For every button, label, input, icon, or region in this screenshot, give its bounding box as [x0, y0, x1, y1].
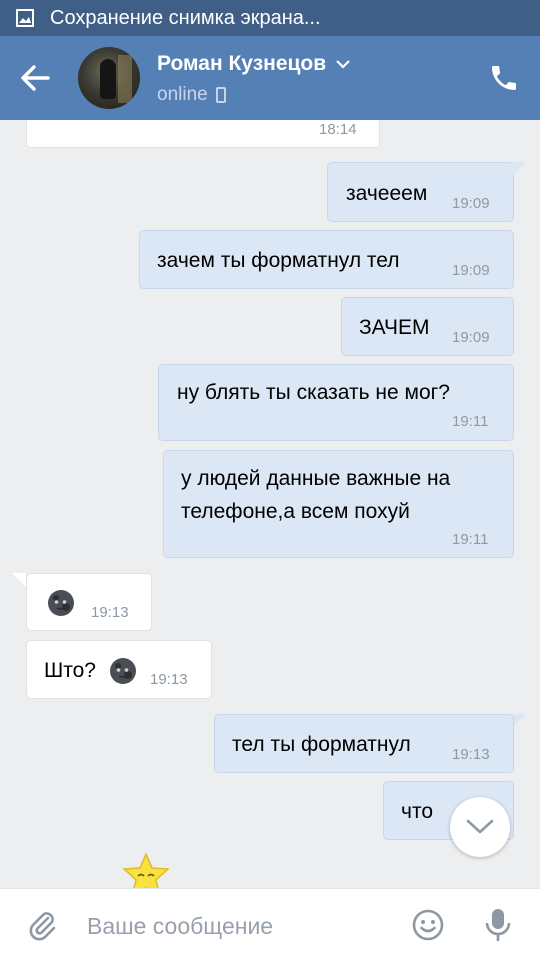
message-bubble-incoming[interactable]: Што? 19:13: [26, 640, 212, 699]
bubble-tail: [512, 714, 526, 728]
message-time: 19:13: [452, 746, 490, 763]
message-bubble-outgoing[interactable]: зачем ты форматнул тел 19:09: [139, 230, 514, 289]
message-text: ну блять ты сказать не мог?: [177, 381, 450, 404]
message-bubble-outgoing[interactable]: ЗАЧЕМ 19:09: [341, 297, 514, 356]
message-text: зачем ты форматнул тел: [157, 249, 400, 272]
microphone-icon[interactable]: [484, 907, 512, 943]
message-time: 19:09: [452, 262, 490, 279]
chevron-down-icon: [466, 819, 494, 834]
scroll-down-button[interactable]: [450, 797, 510, 857]
message-time: 19:11: [452, 413, 489, 430]
new-moon-face-icon: [110, 658, 136, 684]
message-composer: Ваше сообщение: [0, 888, 540, 961]
message-text-line-2: телефоне,а всем похуй: [181, 500, 410, 523]
online-status: online: [157, 84, 226, 106]
message-bubble-incoming[interactable]: 18:14: [26, 120, 380, 148]
attach-icon[interactable]: [26, 909, 58, 941]
status-bar: Сохранение снимка экрана...: [0, 0, 540, 36]
message-text: тел ты форматнул: [232, 733, 411, 756]
message-input[interactable]: Ваше сообщение: [87, 913, 273, 940]
message-time: 19:09: [452, 329, 490, 346]
image-icon: [16, 9, 34, 27]
new-moon-face-icon: [48, 590, 74, 616]
message-text: ЗАЧЕМ: [359, 316, 430, 339]
back-arrow-icon[interactable]: [18, 62, 54, 94]
message-time: 19:13: [150, 671, 188, 688]
message-time: 19:09: [452, 195, 490, 212]
message-bubble-outgoing[interactable]: зачееем 19:09: [327, 162, 514, 222]
notification-text: Сохранение снимка экрана...: [50, 6, 321, 29]
message-time: 18:14: [319, 121, 357, 138]
phone-call-icon[interactable]: [488, 62, 520, 94]
message-text: что: [401, 800, 434, 823]
message-time: 19:11: [452, 531, 489, 548]
message-text-line-1: у людей данные важные на: [181, 467, 451, 490]
chat-header: Роман Кузнецов online: [0, 36, 540, 120]
message-bubble-incoming[interactable]: 19:13: [26, 573, 152, 631]
contact-name[interactable]: Роман Кузнецов: [157, 52, 350, 76]
message-text: Што?: [44, 659, 96, 682]
chevron-down-icon: [336, 60, 350, 69]
message-bubble-outgoing[interactable]: тел ты форматнул 19:13: [214, 714, 514, 773]
message-text: зачееем: [346, 182, 428, 205]
mobile-icon: [215, 87, 226, 103]
message-time: 19:13: [91, 604, 129, 621]
message-list[interactable]: 18:14 зачееем 19:09 зачем ты форматнул т…: [0, 120, 540, 888]
avatar[interactable]: [78, 47, 140, 109]
message-bubble-outgoing[interactable]: у людей данные важные на телефоне,а всем…: [163, 450, 514, 558]
bubble-tail: [512, 162, 526, 176]
bubble-tail: [12, 573, 26, 587]
message-bubble-outgoing[interactable]: ну блять ты сказать не мог? 19:11: [158, 364, 514, 441]
emoji-icon[interactable]: [412, 909, 444, 941]
